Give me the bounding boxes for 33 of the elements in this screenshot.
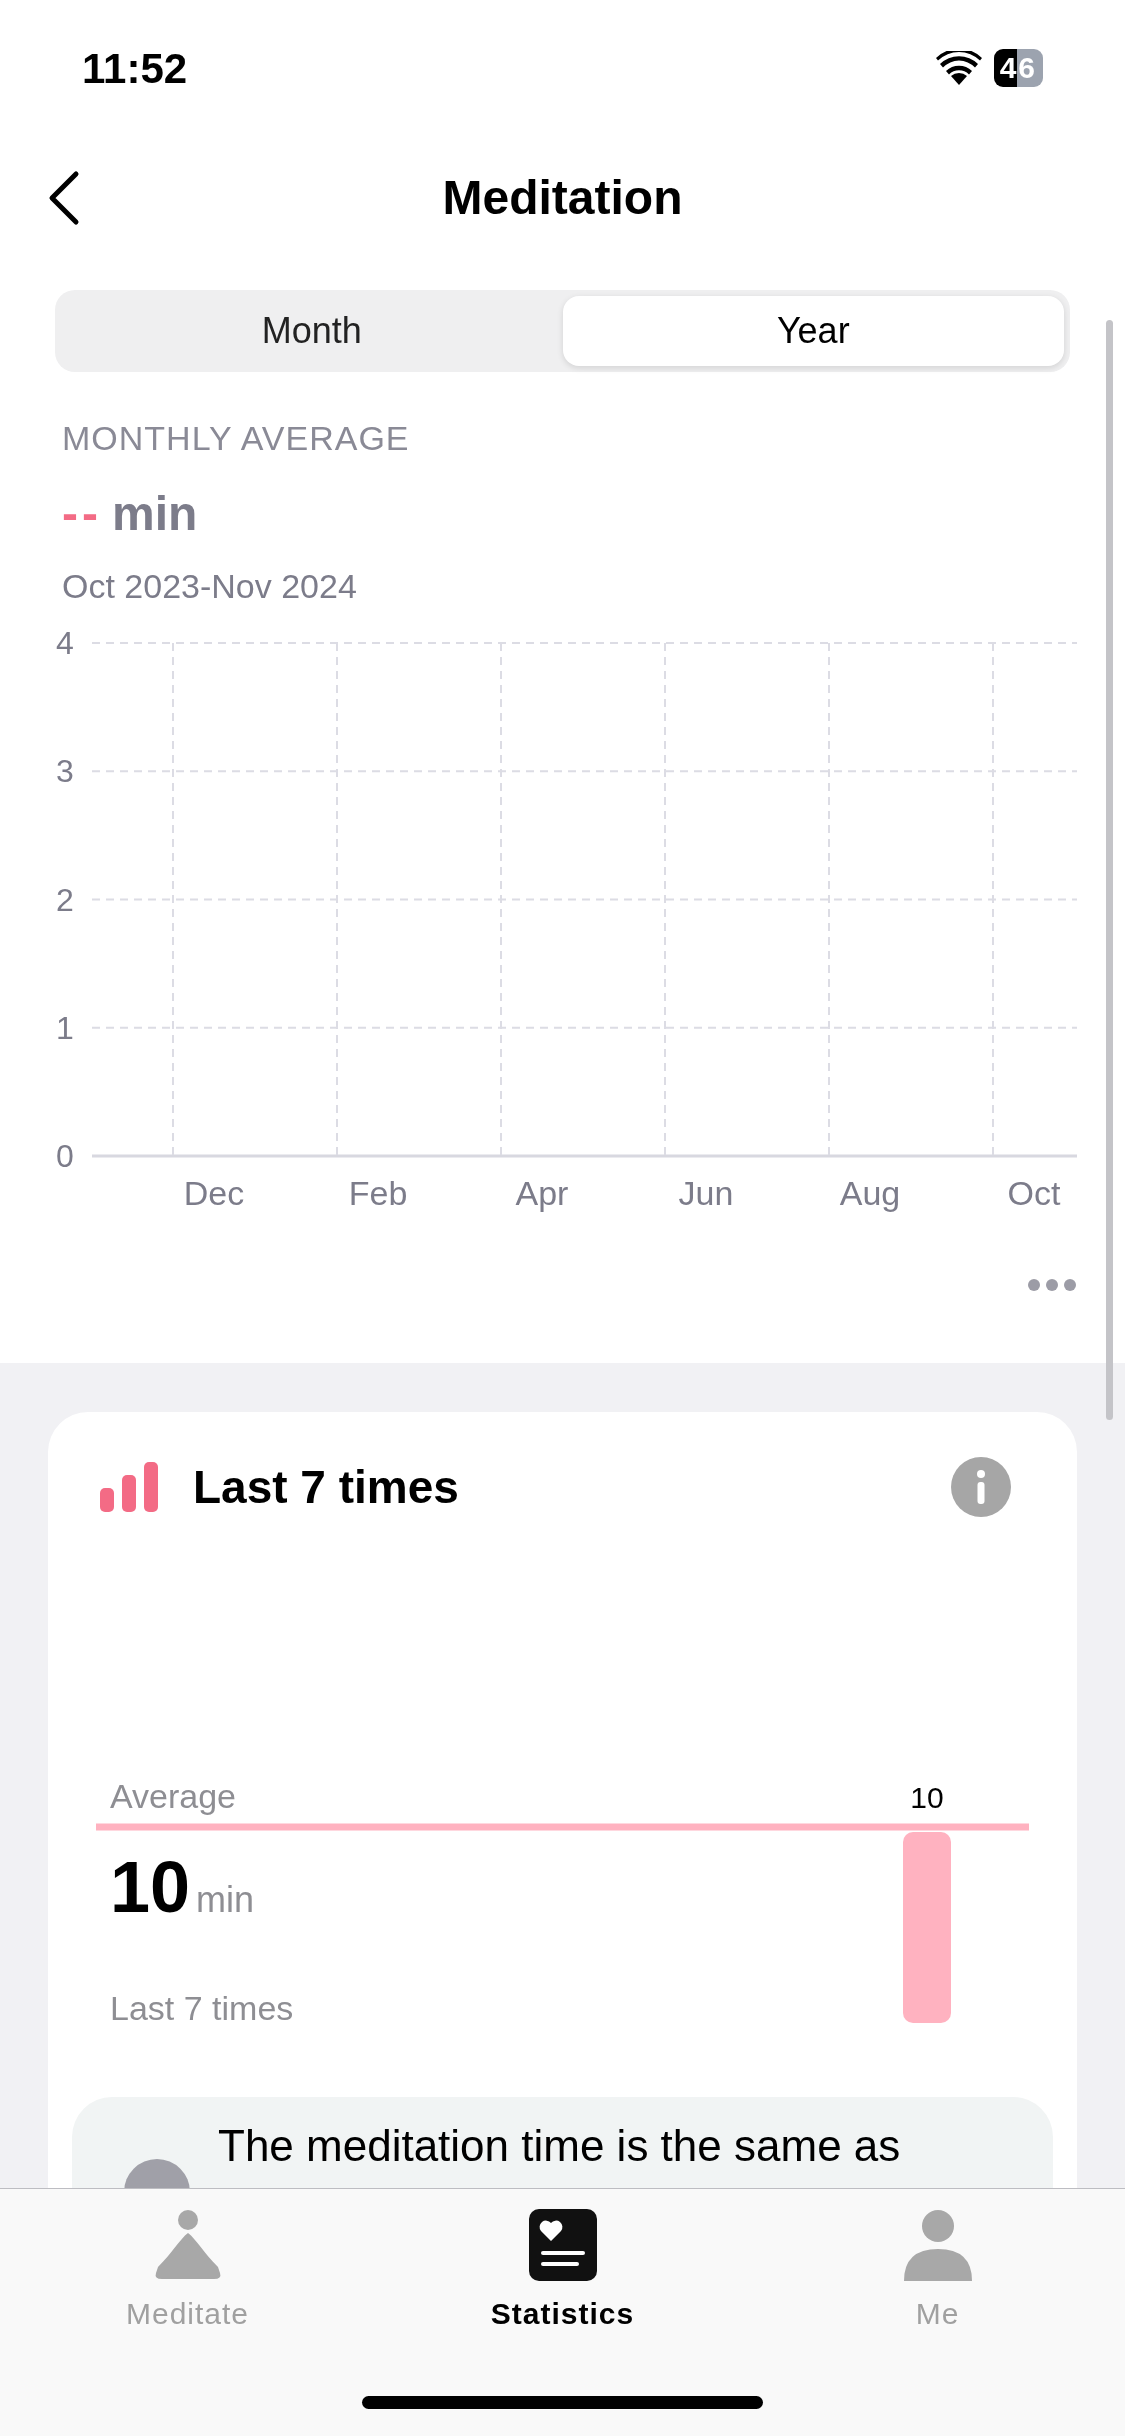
info-icon[interactable] xyxy=(951,1457,1011,1517)
bar-value-label: 10 xyxy=(910,1781,944,1814)
x-axis-label: Jun xyxy=(678,1174,734,1212)
x-axis-label: Oct xyxy=(1007,1174,1061,1212)
average-unit: min xyxy=(196,1878,255,1922)
tab-bar-item[interactable]: Statistics xyxy=(375,2209,750,2336)
chart-caption: Last 7 times xyxy=(110,1988,294,2029)
summary-unit: min xyxy=(111,486,198,542)
y-axis-label: 4 xyxy=(56,625,74,661)
period-tab[interactable]: Year xyxy=(562,296,1064,366)
x-axis-label: Apr xyxy=(515,1174,569,1212)
x-axis-label: Dec xyxy=(183,1174,245,1212)
y-axis-label: 0 xyxy=(56,1138,74,1174)
x-axis-label: Feb xyxy=(348,1174,408,1212)
wifi-icon xyxy=(935,51,982,85)
y-axis-label: 3 xyxy=(56,753,74,790)
period-tab[interactable]: Month xyxy=(61,296,563,366)
more-icon[interactable] xyxy=(1027,1278,1077,1292)
page-title: Meditation xyxy=(442,170,683,226)
card-title: Last 7 times xyxy=(193,1459,459,1515)
average-value: 10 xyxy=(110,1847,191,1927)
average-label: Average xyxy=(110,1776,237,1817)
date-range: Oct 2023-Nov 2024 xyxy=(62,566,358,607)
x-axis-label: Aug xyxy=(839,1174,901,1212)
battery-level: 46 xyxy=(993,49,1043,87)
summary-label: MONTHLY AVERAGE xyxy=(62,418,411,459)
status-time: 11:52 xyxy=(82,43,188,94)
bar-chart-icon xyxy=(100,1462,160,1512)
y-axis-label: 1 xyxy=(56,1009,74,1046)
y-axis-label: 2 xyxy=(56,881,74,918)
summary-value: -- xyxy=(62,486,102,542)
insight-text: The meditation time is the same as xyxy=(218,2121,901,2171)
person-icon xyxy=(903,2209,972,2281)
